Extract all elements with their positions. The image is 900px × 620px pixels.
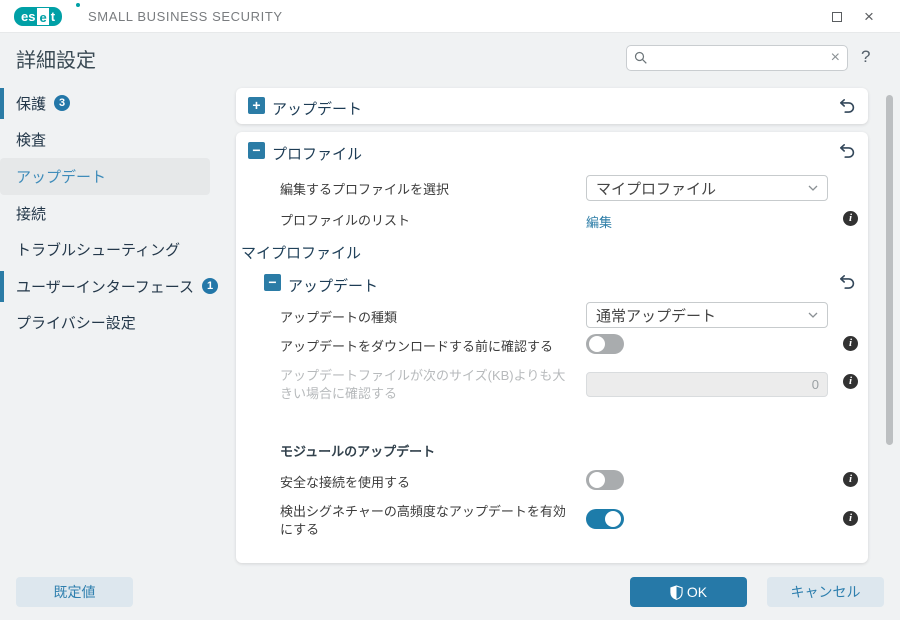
sidebar-item-scan[interactable]: 検査: [0, 122, 232, 159]
profile-subsection-title: マイプロファイル: [241, 245, 362, 262]
clear-search-icon[interactable]: ×: [831, 50, 840, 66]
default-button[interactable]: 既定値: [16, 577, 133, 607]
cancel-button[interactable]: キャンセル: [767, 577, 884, 607]
maximize-button[interactable]: [828, 8, 846, 26]
section-title: プロファイル: [272, 146, 363, 163]
sidebar-item-label: トラブルシューティング: [16, 242, 181, 260]
ok-button[interactable]: OK: [630, 577, 747, 607]
info-icon[interactable]: i: [843, 211, 858, 226]
info-icon[interactable]: i: [843, 336, 858, 351]
expand-icon[interactable]: +: [248, 97, 265, 114]
revert-icon[interactable]: [838, 273, 856, 291]
sidebar: 保護 3 検査 アップデート 接続 トラブルシューティング ユーザーインターフェ…: [0, 85, 232, 341]
revert-icon[interactable]: [838, 142, 856, 160]
section-profiles: − プロファイル 編集するプロファイルを選択 マイプロファイル プロファイルのリ…: [236, 132, 868, 563]
profile-select-value: マイプロファイル: [596, 180, 717, 198]
sidebar-item-label: ユーザーインターフェース: [16, 278, 195, 296]
nested-section-title: アップデート: [288, 278, 379, 295]
info-icon[interactable]: i: [843, 511, 858, 526]
frequent-updates-toggle[interactable]: [586, 509, 624, 529]
maximize-icon: [832, 12, 842, 22]
changed-marker: [0, 88, 4, 119]
frequent-updates-label: 検出シグネチャーの高頻度なアップデートを有効にする: [280, 504, 566, 537]
sidebar-item-protection[interactable]: 保護 3: [0, 85, 232, 122]
update-type-label: アップデートの種類: [280, 310, 398, 325]
status-badge: 3: [54, 95, 71, 112]
section-title: アップデート: [272, 101, 363, 118]
logo-registered-dot-icon: [76, 3, 80, 7]
profile-list-label: プロファイルのリスト: [280, 213, 411, 228]
toggle-knob: [605, 511, 621, 527]
info-icon[interactable]: i: [843, 472, 858, 487]
ok-button-label: OK: [686, 584, 708, 600]
secure-connection-label: 安全な接続を使用する: [280, 475, 411, 490]
sidebar-item-label: 検査: [16, 132, 47, 150]
sidebar-item-troubleshooting[interactable]: トラブルシューティング: [0, 231, 232, 268]
secure-connection-toggle[interactable]: [586, 470, 624, 490]
sidebar-item-update[interactable]: アップデート: [0, 158, 210, 195]
page-title: 詳細設定: [16, 50, 96, 72]
changed-marker: [0, 270, 4, 302]
collapse-icon[interactable]: −: [248, 142, 265, 159]
close-button[interactable]: ×: [860, 8, 878, 26]
chevron-down-icon: [808, 185, 818, 191]
update-type-select[interactable]: 通常アップデート: [586, 302, 828, 328]
section-update-collapsed: + アップデート: [236, 88, 868, 124]
scrollbar-thumb[interactable]: [886, 95, 893, 445]
sidebar-item-label: 接続: [16, 205, 47, 223]
logo-part: e: [37, 7, 49, 26]
sidebar-item-user-interface[interactable]: ユーザーインターフェース 1: [0, 268, 232, 305]
ask-before-download-label: アップデートをダウンロードする前に確認する: [280, 339, 554, 354]
logo-part: es: [14, 7, 38, 26]
select-profile-label: 編集するプロファイルを選択: [280, 182, 450, 197]
search-input[interactable]: [653, 50, 831, 66]
collapse-icon[interactable]: −: [264, 274, 281, 291]
status-badge: 1: [202, 278, 219, 295]
update-type-value: 通常アップデート: [596, 307, 717, 325]
toggle-knob: [589, 336, 605, 352]
sidebar-item-privacy[interactable]: プライバシー設定: [0, 305, 232, 342]
sidebar-item-connectivity[interactable]: 接続: [0, 195, 232, 232]
ask-size-label: アップデートファイルが次のサイズ(KB)よりも大きい場合に確認する: [280, 368, 566, 401]
sidebar-item-label: 保護: [16, 95, 47, 113]
titlebar: es e t SMALL BUSINESS SECURITY ×: [0, 0, 900, 33]
search-icon: [634, 51, 647, 64]
help-button[interactable]: ?: [861, 47, 870, 67]
logo-part: t: [48, 7, 63, 26]
info-icon[interactable]: i: [843, 374, 858, 389]
ask-before-download-toggle[interactable]: [586, 334, 624, 354]
app-title: SMALL BUSINESS SECURITY: [88, 9, 283, 24]
chevron-down-icon: [808, 312, 818, 318]
module-updates-header: モジュールのアップデート: [280, 444, 436, 459]
toggle-knob: [589, 472, 605, 488]
edit-profiles-link[interactable]: 編集: [586, 212, 612, 231]
eset-logo-icon: es e t: [14, 7, 63, 26]
sidebar-item-label: プライバシー設定: [16, 315, 136, 333]
sidebar-item-label: アップデート: [16, 168, 107, 186]
advanced-setup-window: es e t SMALL BUSINESS SECURITY × 詳細設定 × ? …: [0, 0, 900, 620]
shield-icon: [670, 584, 683, 600]
revert-icon[interactable]: [838, 97, 856, 115]
size-threshold-input: [586, 372, 828, 397]
search-box[interactable]: ×: [626, 45, 848, 71]
profile-select[interactable]: マイプロファイル: [586, 175, 828, 201]
